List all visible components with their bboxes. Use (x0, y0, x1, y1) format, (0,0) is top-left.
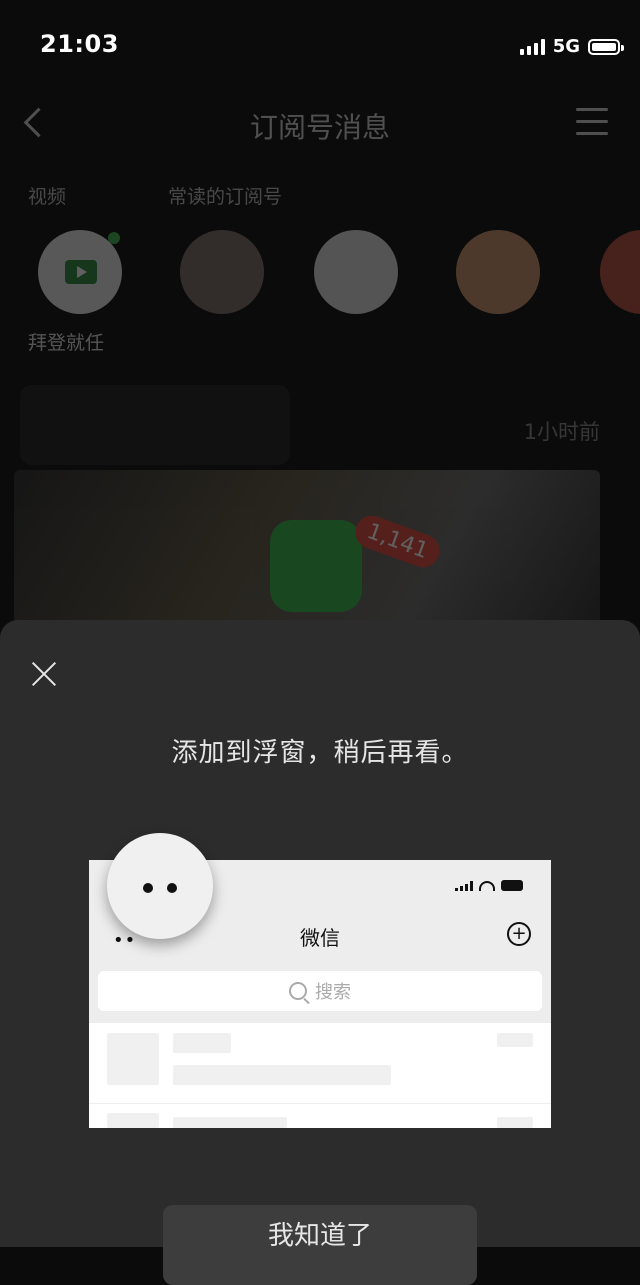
avatar-label: 拜登就任 (28, 332, 105, 354)
plus-icon: + (507, 922, 531, 946)
sheet-title: 添加到浮窗，稍后再看。 (171, 738, 469, 768)
subscription-avatar[interactable] (456, 230, 540, 314)
wifi-icon (479, 880, 495, 891)
menu-icon[interactable] (576, 108, 608, 144)
network-type: 5G (552, 36, 580, 57)
subscription-avatar[interactable] (180, 230, 264, 314)
article-header[interactable] (20, 385, 290, 465)
battery-icon (501, 880, 523, 891)
section-video-label: 视频 (28, 186, 67, 208)
close-icon[interactable] (30, 660, 58, 688)
signal-icon (519, 38, 545, 55)
video-avatar[interactable] (38, 230, 122, 314)
search-placeholder: 搜索 (315, 982, 351, 1003)
article-time: 1小时前 (523, 420, 600, 444)
search-icon (289, 982, 307, 1000)
section-frequent-label: 常读的订阅号 (168, 186, 283, 208)
status-time: 21:03 (40, 30, 119, 58)
battery-icon (588, 38, 624, 55)
illustration-search-bar: 搜索 (98, 971, 542, 1011)
illustration-chat-list (89, 1023, 551, 1128)
float-bubble-icon (107, 833, 213, 939)
wechat-logo-icon (270, 520, 362, 612)
float-window-sheet: 添加到浮窗，稍后再看。 •• 微信 + 搜索 我知道了 (0, 620, 640, 1285)
play-icon (65, 260, 97, 284)
subscription-avatar[interactable] (314, 230, 398, 314)
status-indicators: 5G (519, 36, 624, 57)
background-page: 订阅号消息 视频 常读的订阅号 拜登就任 1小时前 1,141 (0, 70, 640, 640)
page-title: 订阅号消息 (249, 111, 390, 144)
illustration-status-bar (455, 880, 523, 891)
subscription-avatar[interactable] (600, 230, 640, 314)
got-it-button[interactable]: 我知道了 (163, 1205, 477, 1285)
